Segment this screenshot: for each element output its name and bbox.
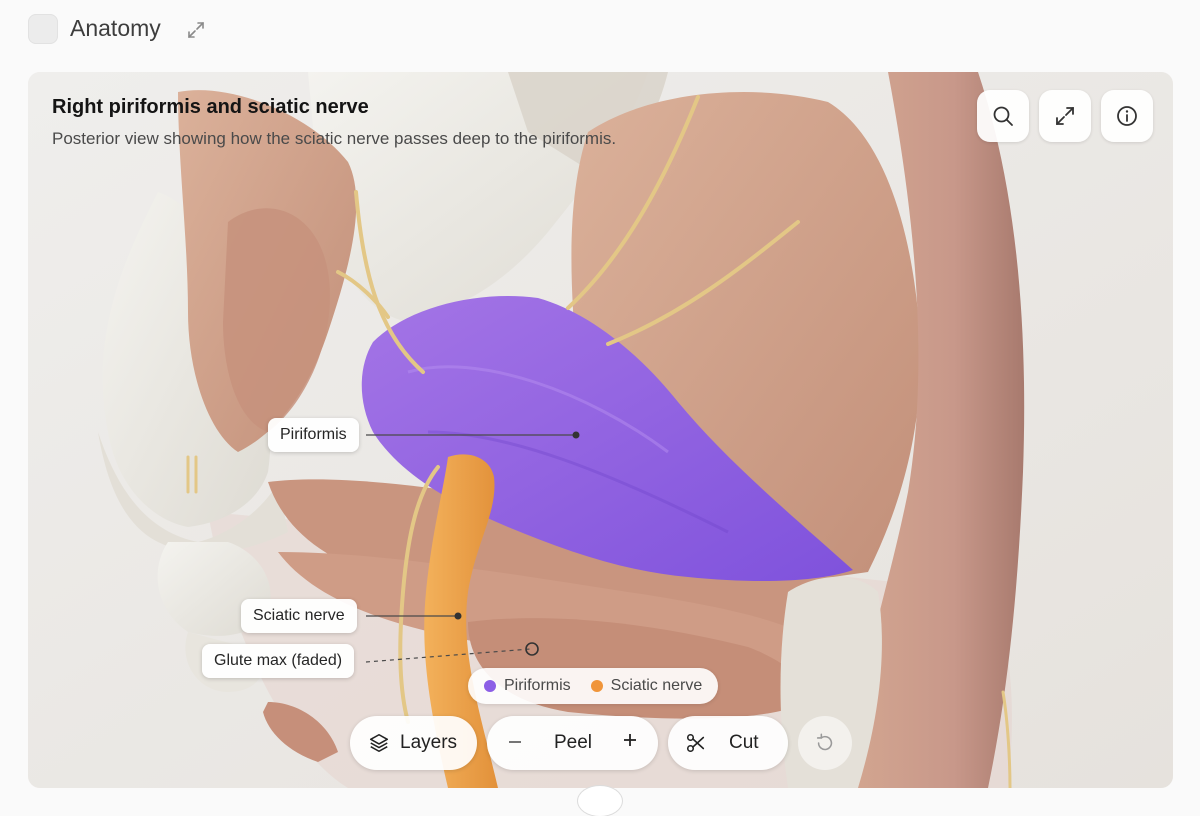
legend-swatch-sciatic: [590, 680, 603, 692]
viewer-heading: Right piriformis and sciatic nerve Poste…: [52, 96, 616, 149]
plus-icon: [624, 734, 636, 746]
label-piriformis[interactable]: Piriformis: [268, 418, 359, 452]
cut-button[interactable]: Cut: [668, 716, 788, 770]
cut-label: Cut: [729, 732, 759, 753]
bottom-drawer-handle[interactable]: [578, 786, 622, 816]
layers-label: Layers: [400, 732, 458, 753]
legend: Piriformis Sciatic nerve: [468, 668, 719, 704]
legend-swatch-piriformis: [484, 680, 496, 692]
viewer-title: Right piriformis and sciatic nerve: [52, 96, 369, 118]
info-button[interactable]: [1101, 90, 1153, 142]
peel-label: Peel: [554, 732, 593, 753]
legend-item-sciatic: Sciatic nerve: [590, 677, 703, 695]
legend-item-piriformis: Piriformis: [484, 677, 571, 695]
reset-button[interactable]: [798, 716, 852, 770]
app-title: Anatomy: [70, 15, 161, 41]
layers-button[interactable]: Layers: [350, 716, 477, 770]
viewer-subtitle: Posterior view showing how the sciatic n…: [52, 129, 617, 148]
fullscreen-button[interactable]: [1039, 90, 1091, 142]
minus-icon: [509, 741, 521, 743]
expand-icon[interactable]: [185, 19, 207, 41]
anatomy-viewer[interactable]: Right piriformis and sciatic nerve Poste…: [28, 72, 1173, 788]
search-icon: [993, 106, 1013, 126]
layers-icon: [368, 732, 390, 754]
app-icon: [28, 14, 58, 44]
peel-decrease-button[interactable]: [507, 730, 523, 756]
legend-label: Piriformis: [504, 677, 571, 694]
label-sciatic-nerve[interactable]: Sciatic nerve: [241, 599, 357, 633]
peel-control: Peel: [487, 716, 658, 770]
peel-increase-button[interactable]: [622, 732, 638, 754]
reset-icon: [816, 733, 833, 751]
scissors-icon: [685, 732, 707, 754]
fullscreen-icon: [1056, 107, 1074, 125]
search-button[interactable]: [977, 90, 1029, 142]
legend-label: Sciatic nerve: [610, 677, 703, 694]
label-glute-max[interactable]: Glute max (faded): [202, 644, 355, 678]
app-header: Anatomy: [0, 0, 1200, 60]
info-icon: [1117, 106, 1137, 126]
